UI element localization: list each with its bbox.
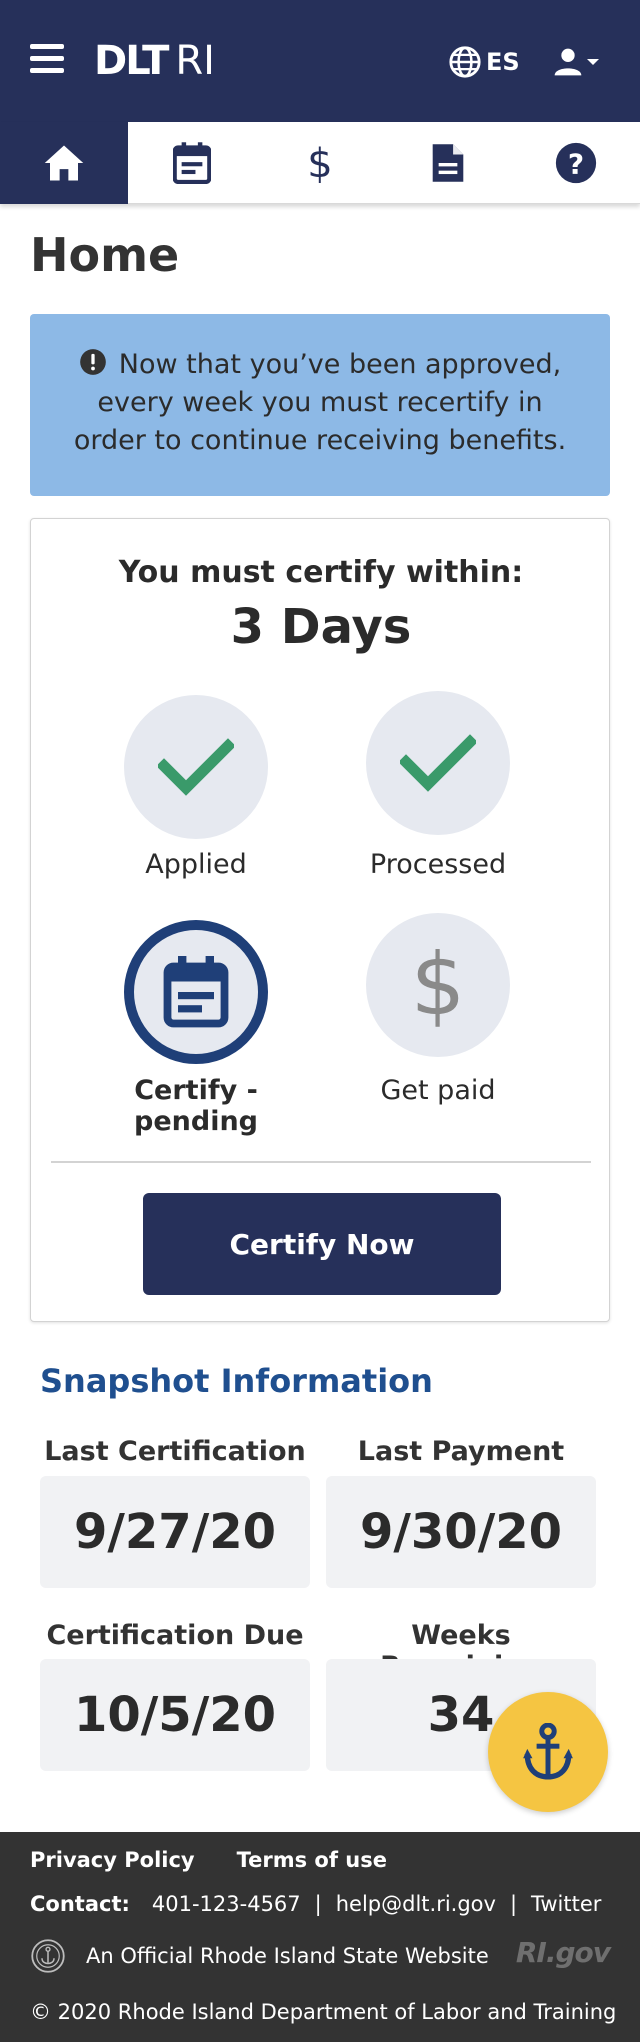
last-certification-value: 9/27/20: [40, 1476, 310, 1588]
app-header: DLT RI ES: [0, 0, 640, 122]
tab-home[interactable]: [0, 122, 128, 204]
svg-text:$: $: [411, 940, 466, 1030]
privacy-policy-link[interactable]: Privacy Policy: [30, 1848, 195, 1872]
last-certification-label: Last Certification: [44, 1436, 306, 1467]
language-toggle[interactable]: ES: [448, 44, 520, 80]
step-applied-label: Applied: [145, 849, 247, 880]
last-payment-value: 9/30/20: [326, 1476, 596, 1588]
svg-text:?: ?: [568, 148, 584, 181]
user-icon: [554, 48, 582, 76]
exclamation-circle-icon: [79, 349, 106, 375]
step-processed-circle: [366, 691, 510, 835]
dlt-ri-logo[interactable]: DLT RI: [94, 36, 215, 86]
recertify-alert: Now that you’ve been approved, every wee…: [30, 314, 610, 496]
certify-now-button[interactable]: Certify Now: [143, 1193, 501, 1295]
step-applied-circle: [124, 695, 268, 839]
logo-text-regular: RI: [175, 38, 215, 84]
language-label: ES: [486, 48, 520, 76]
official-website-text: An Official Rhode Island State Website: [86, 1944, 489, 1968]
copyright-text: © 2020 Rhode Island Department of Labor …: [30, 2000, 617, 2024]
tab-help[interactable]: ?: [512, 122, 640, 204]
document-icon: [432, 144, 464, 182]
contact-email-link[interactable]: help@dlt.ri.gov: [336, 1892, 496, 1916]
terms-of-use-link[interactable]: Terms of use: [237, 1848, 387, 1872]
site-footer: Privacy Policy Terms of use Contact: 401…: [0, 1832, 640, 2042]
rhode-island-seal-icon: [31, 1939, 65, 1973]
tab-payments[interactable]: $: [256, 122, 384, 204]
card-divider: [51, 1161, 591, 1163]
ri-gov-logo[interactable]: RI.gov: [516, 1936, 611, 1969]
step-get-paid-label: Get paid: [380, 1075, 496, 1106]
certification-status-card: You must certify within: 3 Days Applied …: [30, 518, 610, 1322]
logo-text-bold: DLT: [94, 38, 169, 84]
tab-certify[interactable]: [128, 122, 256, 204]
step-certify-circle[interactable]: [124, 920, 268, 1064]
footer-contact: Contact: 401-123-4567 | help@dlt.ri.gov …: [30, 1892, 601, 1916]
contact-label: Contact:: [30, 1892, 130, 1916]
alert-message: Now that you’ve been approved, every wee…: [73, 349, 567, 456]
tab-documents[interactable]: [384, 122, 512, 204]
globe-icon: [449, 46, 481, 78]
days-remaining-value: 3 Days: [230, 599, 412, 655]
twitter-link[interactable]: Twitter: [531, 1892, 601, 1916]
contact-phone-link[interactable]: 401-123-4567: [152, 1892, 301, 1916]
certification-due-label: Certification Due: [46, 1620, 304, 1651]
main-nav-tabs: $ ?: [0, 122, 640, 204]
home-icon: [44, 145, 84, 181]
step-certify-label: Certify - pending: [134, 1075, 258, 1137]
snapshot-heading: Snapshot Information: [40, 1362, 433, 1400]
calendar-icon: [163, 956, 229, 1028]
svg-text:$: $: [307, 142, 332, 184]
dollar-icon: $: [307, 142, 332, 184]
checkmark-icon: [158, 738, 234, 796]
contact-separator: |: [509, 1892, 518, 1916]
hamburger-icon[interactable]: [30, 44, 64, 78]
help-icon: ?: [555, 142, 597, 184]
certification-due-value: 10/5/20: [40, 1659, 310, 1771]
certify-deadline-heading: You must certify within:: [118, 555, 524, 590]
user-menu-button[interactable]: [552, 44, 600, 80]
last-payment-label: Last Payment: [357, 1436, 565, 1467]
anchor-help-button[interactable]: [488, 1692, 608, 1812]
step-get-paid-circle: $: [366, 913, 510, 1057]
contact-separator: |: [314, 1892, 322, 1916]
page-title: Home: [30, 228, 180, 282]
step-processed-label: Processed: [369, 849, 507, 880]
dollar-icon: $: [411, 940, 466, 1030]
anchor-icon: [523, 1723, 573, 1780]
footer-links: Privacy Policy Terms of use: [30, 1848, 429, 1872]
checkmark-icon: [400, 734, 476, 792]
caret-down-icon: [587, 59, 599, 65]
calendar-icon: [173, 142, 211, 184]
